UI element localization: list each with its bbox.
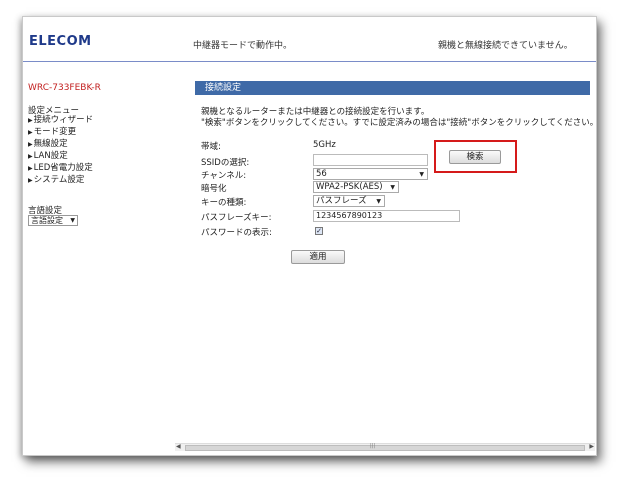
description-line-2: "検索"ボタンをクリックしてください。すでに設定済みの場合は"接続"ボタンをクリ… — [201, 118, 597, 128]
triangle-right-icon: ▶ — [28, 129, 33, 136]
encryption-select[interactable]: WPA2-PSK(AES) ▼ — [313, 181, 399, 193]
encryption-label: 暗号化 — [201, 184, 227, 194]
menu-item-wizard[interactable]: ▶接続ウィザード — [28, 114, 93, 126]
ssid-label: SSIDの選択: — [201, 158, 250, 168]
menu-item-mode-change[interactable]: ▶モード変更 — [28, 126, 93, 138]
mode-status-text: 中継器モードで動作中。 — [193, 41, 293, 51]
channel-label: チャンネル: — [201, 171, 247, 181]
header-divider — [23, 61, 596, 62]
connection-status-text: 親機と無線接続できていません。 — [438, 41, 573, 51]
checkmark-icon: ✓ — [316, 227, 322, 235]
menu-item-lan[interactable]: ▶LAN設定 — [28, 150, 93, 162]
ssid-input[interactable] — [313, 154, 428, 166]
key-type-label: キーの種類: — [201, 198, 247, 208]
triangle-right-icon: ▶ — [28, 153, 33, 160]
language-select-value: 言語設定 — [31, 216, 63, 225]
channel-select-value: 56 — [316, 169, 327, 179]
encryption-select-value: WPA2-PSK(AES) — [316, 182, 383, 192]
scroll-right-arrow-icon[interactable]: ▶ — [589, 443, 594, 450]
menu-item-led-power[interactable]: ▶LED省電力設定 — [28, 162, 93, 174]
model-name: WRC-733FEBK-R — [28, 83, 101, 93]
band-value: 5GHz — [313, 140, 336, 150]
elecom-logo: ELECOM — [29, 34, 92, 49]
search-button[interactable]: 検索 — [449, 150, 501, 164]
caret-down-icon: ▼ — [70, 217, 75, 224]
scroll-grip-icon: ||| — [370, 443, 376, 449]
caret-down-icon: ▼ — [376, 198, 381, 205]
language-select[interactable]: 言語設定 ▼ — [28, 215, 78, 226]
triangle-right-icon: ▶ — [28, 165, 33, 172]
show-password-checkbox[interactable]: ✓ — [315, 227, 323, 235]
caret-down-icon: ▼ — [419, 171, 424, 178]
menu-item-system[interactable]: ▶システム設定 — [28, 174, 93, 186]
scrollbar-thumb[interactable] — [185, 445, 585, 451]
apply-button[interactable]: 適用 — [291, 250, 345, 264]
settings-menu: ▶接続ウィザード ▶モード変更 ▶無線設定 ▶LAN設定 ▶LED省電力設定 ▶… — [28, 114, 93, 186]
triangle-right-icon: ▶ — [28, 117, 33, 124]
menu-item-wireless[interactable]: ▶無線設定 — [28, 138, 93, 150]
show-password-label: パスワードの表示: — [201, 228, 272, 238]
passphrase-label: パスフレーズキー: — [201, 213, 272, 223]
caret-down-icon: ▼ — [390, 184, 395, 191]
horizontal-scrollbar[interactable]: ◀ ||| ▶ — [175, 443, 595, 451]
triangle-right-icon: ▶ — [28, 141, 33, 148]
triangle-right-icon: ▶ — [28, 177, 33, 184]
scroll-left-arrow-icon[interactable]: ◀ — [176, 443, 181, 450]
router-admin-window: ELECOM 中継器モードで動作中。 親機と無線接続できていません。 WRC-7… — [22, 16, 597, 456]
key-type-select[interactable]: パスフレーズ ▼ — [313, 195, 385, 207]
key-type-select-value: パスフレーズ — [316, 196, 367, 206]
channel-select[interactable]: 56 ▼ — [313, 168, 428, 180]
section-title: 接続設定 — [195, 81, 590, 95]
band-label: 帯域: — [201, 142, 221, 152]
passphrase-input[interactable]: 1234567890123 — [313, 210, 460, 222]
